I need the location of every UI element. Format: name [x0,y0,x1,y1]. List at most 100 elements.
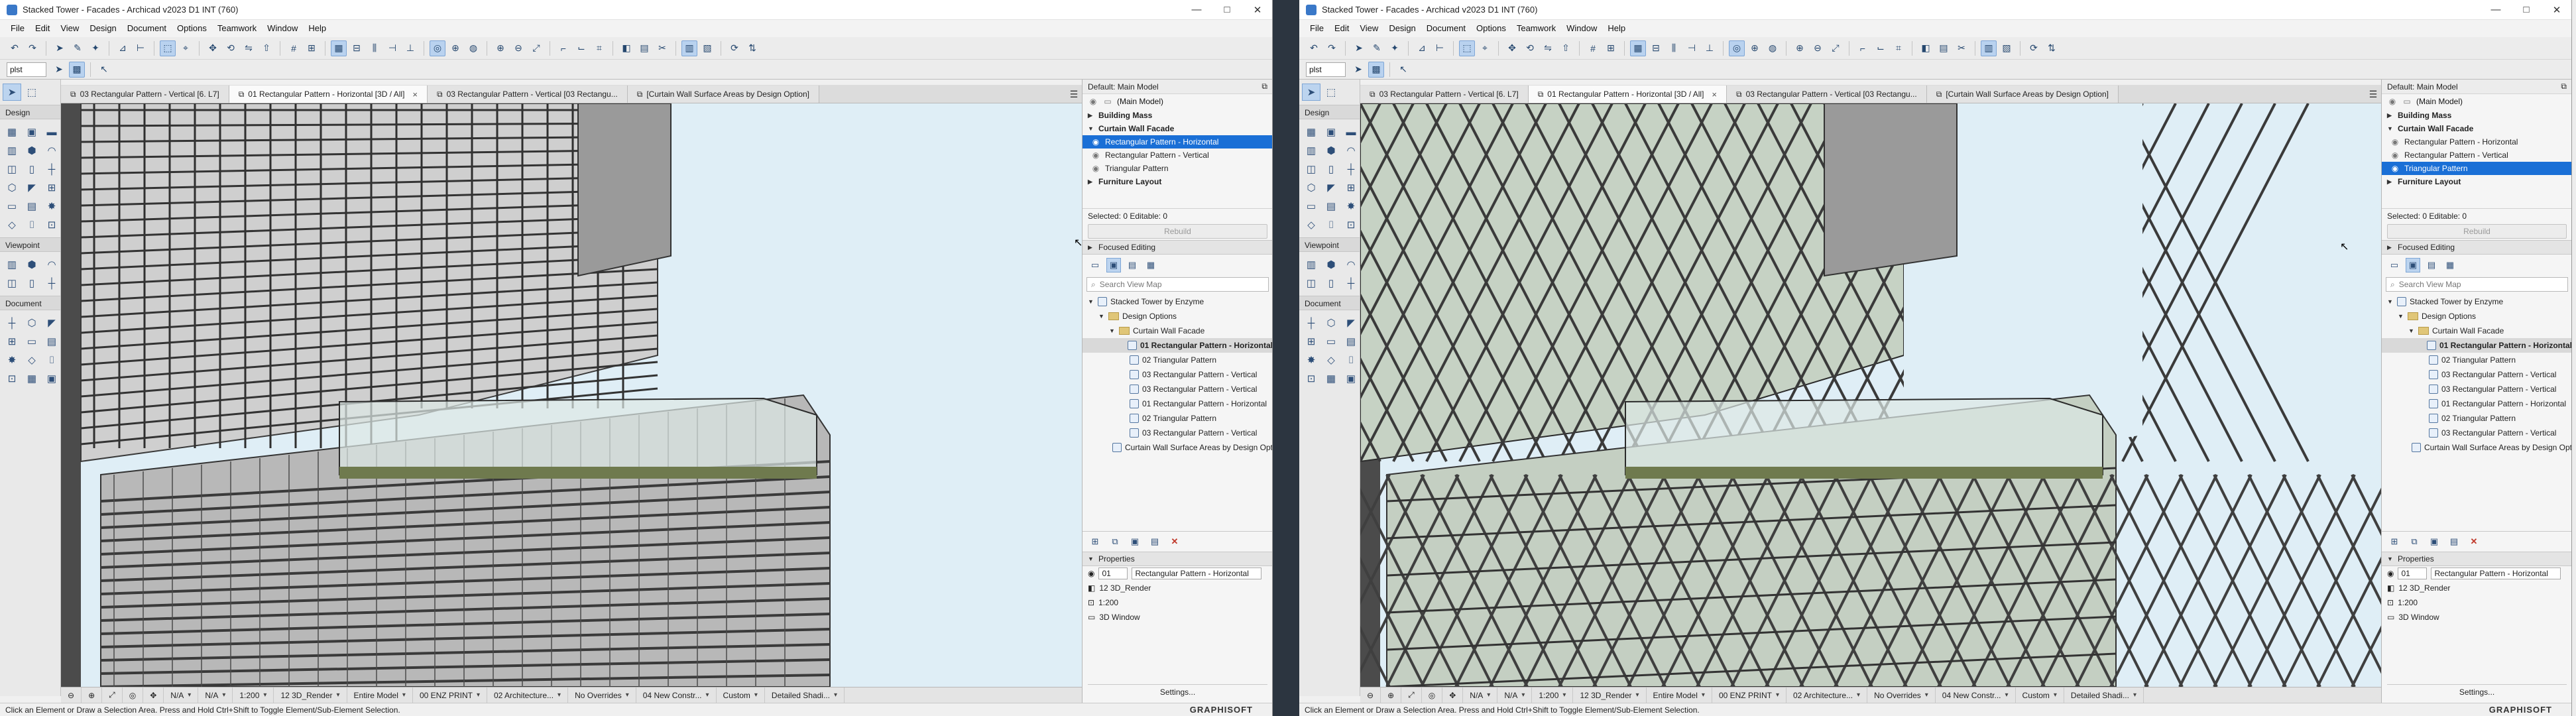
rotate-icon[interactable]: ⟲ [1522,40,1538,56]
tree-item[interactable]: Curtain Wall Surface Areas by Design Opt… [2382,440,2571,455]
label-icon[interactable]: ⊞ [1302,333,1320,350]
hotspot-icon[interactable]: ⊡ [3,370,21,387]
save-view-icon[interactable]: ▣ [2427,534,2441,549]
layout-book-icon[interactable]: ▤ [1125,258,1140,272]
view-option-0[interactable]: N/A ▾ [1463,687,1498,703]
skylight-icon[interactable]: ▭ [3,198,21,215]
design-header[interactable]: Design [0,105,60,119]
orbit-icon[interactable]: ◎ [430,40,445,56]
layout-icon[interactable]: ▦ [1630,40,1646,56]
elevate-icon[interactable]: ⇧ [1558,40,1574,56]
properties-icon[interactable]: ▤ [1147,534,1162,549]
tree-item[interactable]: 03 Rectangular Pattern - Vertical [2382,426,2571,440]
window-icon[interactable]: ⊞ [1342,179,1360,196]
ruler-icon[interactable]: ⊞ [304,40,320,56]
line-icon[interactable]: ▤ [42,333,61,350]
object-icon[interactable]: ▤ [23,198,41,215]
focused-editing-header[interactable]: ▶ Focused Editing [1083,240,1272,255]
menu-document[interactable]: Document [122,20,172,37]
zoom-out-icon[interactable]: ⊖ [1360,687,1381,703]
elevate-icon[interactable]: ⇧ [259,40,274,56]
delete-icon[interactable]: ✕ [1167,534,1182,549]
menu-view[interactable]: View [55,20,84,37]
view-option-7[interactable]: No Overrides ▾ [568,687,636,703]
lamp-icon[interactable]: ✸ [1342,198,1360,215]
curtain-wall-icon[interactable]: ⬡ [3,179,21,196]
menu-help[interactable]: Help [303,20,331,37]
beam-icon[interactable]: ▬ [42,123,61,141]
magic-wand-icon[interactable]: ✦ [88,40,103,56]
design-option-row[interactable]: ▼ Curtain Wall Facade [1083,122,1272,135]
collapse-icon[interactable]: ▼ [2387,298,2394,305]
redo-icon[interactable]: ↷ [25,40,40,56]
view-id-field[interactable]: 01 [1098,567,1128,579]
arrow-tool-icon[interactable]: ➤ [1350,62,1366,78]
teamwork-icon[interactable]: ⟳ [2026,40,2042,56]
zoom-in-icon[interactable]: ⊕ [82,687,103,703]
tree-item[interactable]: Curtain Wall Surface Areas by Design Opt… [1083,440,1272,455]
design-option-row[interactable]: ▶ Building Mass [2382,109,2571,122]
slab-icon[interactable]: ▥ [3,142,21,159]
view-option-3[interactable]: 12 3D_Render ▾ [1573,687,1647,703]
view-map-icon[interactable]: ▣ [2406,258,2420,272]
tree-item[interactable]: 02 Triangular Pattern [2382,411,2571,426]
trace-icon[interactable]: ⌖ [1477,40,1493,56]
design-option-row[interactable]: ◉ Rectangular Pattern - Vertical [1083,149,1272,162]
move-icon[interactable]: ✥ [1504,40,1520,56]
guide-icon[interactable]: ⊢ [1432,40,1448,56]
section-icon[interactable]: ⌐ [1855,40,1871,56]
tree-item[interactable]: 03 Rectangular Pattern - Vertical [1083,426,1272,440]
clone-icon[interactable]: ⧉ [1108,534,1122,549]
offset-icon[interactable]: ⊟ [1648,40,1664,56]
shell-icon[interactable]: ◠ [42,142,61,159]
section-tool-icon[interactable]: ▥ [1302,256,1320,273]
delete-icon[interactable]: ✕ [2467,534,2481,549]
window-icon[interactable]: ⊞ [42,179,61,196]
opening-icon[interactable]: ⊡ [42,216,61,233]
eye-icon[interactable]: ◉ [1090,164,1101,173]
send-receive-icon[interactable]: ⇅ [2044,40,2060,56]
marquee-icon[interactable]: ▩ [69,61,85,78]
eye-icon[interactable]: ◉ [2390,164,2400,173]
panel-menu-icon[interactable]: ⧉ [1261,82,1267,91]
lamp-icon[interactable]: ✸ [42,198,61,215]
tree-item[interactable]: ▼ Curtain Wall Facade [2382,324,2571,338]
marquee-icon[interactable]: ▩ [1368,61,1384,78]
rebuild-button[interactable]: Rebuild [2387,224,2567,239]
grid-snap-icon[interactable]: # [1585,40,1601,56]
expand-icon[interactable]: ▶ [2387,112,2394,119]
menu-file[interactable]: File [1305,20,1329,37]
design-option-row[interactable]: ▶ Furniture Layout [2382,175,2571,188]
tree-item[interactable]: 03 Rectangular Pattern - Vertical [2382,367,2571,382]
polyline-icon[interactable]: ◇ [23,351,41,369]
arrow-select-icon[interactable]: ➤ [1302,84,1320,101]
tree-item[interactable]: ▼ Stacked Tower by Enzyme [2382,294,2571,309]
zone-icon[interactable]: ◇ [1302,216,1320,233]
collapse-icon[interactable]: ▼ [1088,298,1094,305]
detail-icon[interactable]: ⌗ [591,40,607,56]
undo-icon[interactable]: ↶ [1306,40,1322,56]
offset-icon[interactable]: ⊟ [349,40,365,56]
interior-elevation-icon[interactable]: ◠ [1342,256,1360,273]
drawing-icon[interactable]: ▣ [1342,370,1360,387]
view-tab[interactable]: ⧉ [Curtain Wall Surface Areas by Design O… [627,86,819,103]
wall-icon[interactable]: ▦ [1302,123,1320,141]
view-option-6[interactable]: 02 Architecture... ▾ [487,687,569,703]
redo-icon[interactable]: ↷ [1324,40,1340,56]
settings-button[interactable]: Settings... [1088,684,1267,699]
move-icon[interactable]: ✥ [205,40,221,56]
column-icon[interactable]: ▣ [1322,123,1340,141]
eye-icon[interactable]: ◉ [2390,150,2400,160]
level-dim-icon[interactable]: ⬡ [23,314,41,331]
view-option-5[interactable]: 00 ENZ PRINT ▾ [1712,687,1786,703]
elevation-icon[interactable]: ⌙ [573,40,589,56]
intersect-icon[interactable]: ⊥ [1702,40,1718,56]
split-icon[interactable]: ⫼ [1666,40,1682,56]
menu-file[interactable]: File [5,20,30,37]
menu-edit[interactable]: Edit [1329,20,1354,37]
view-option-5[interactable]: 00 ENZ PRINT ▾ [413,687,487,703]
explore-icon[interactable]: ⊕ [447,40,463,56]
roof-icon[interactable]: ⬢ [23,142,41,159]
tree-item[interactable]: 03 Rectangular Pattern - Vertical [2382,382,2571,396]
zoom-out-icon[interactable]: ⊖ [1810,40,1826,56]
